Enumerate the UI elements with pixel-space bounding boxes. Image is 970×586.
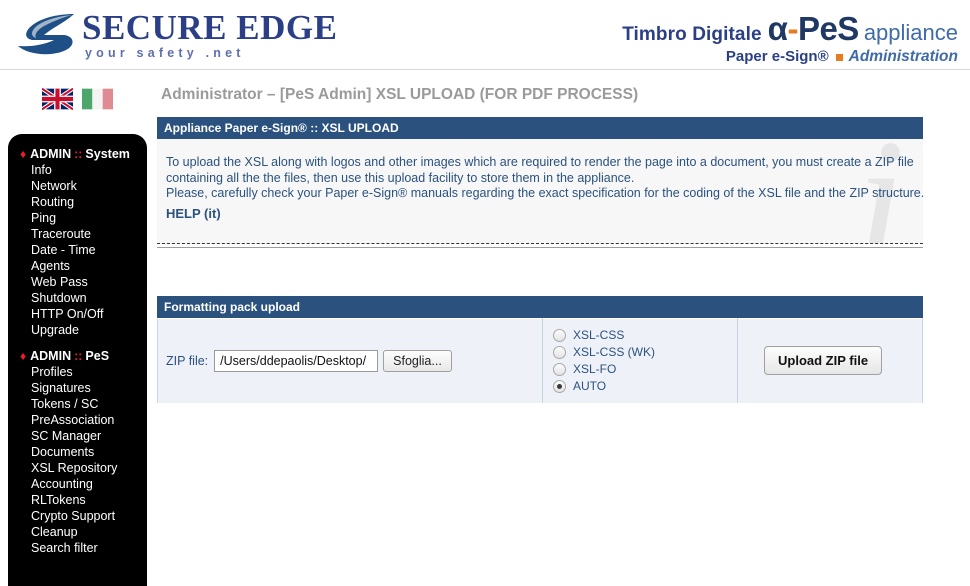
brand-administration-word: Administration [848, 48, 958, 65]
brand-dash-glyph: - [787, 10, 798, 47]
form-panel-header: Formatting pack upload [157, 295, 923, 318]
sidebar-item-agents[interactable]: Agents [8, 258, 147, 274]
page-title: Administrator – [PeS Admin] XSL UPLOAD (… [161, 86, 639, 103]
info-panel-header: Appliance Paper e-Sign® :: XSL UPLOAD [157, 117, 923, 139]
brand-timbro-digitale: Timbro Digitale [622, 24, 762, 45]
sidebar-nav: ♦ ADMIN :: System Info Network Routing P… [8, 134, 147, 586]
table-row: ZIP file: Sfoglia... XSL-CSS XSL-CSS ( [157, 317, 923, 404]
help-link[interactable]: HELP (it) [166, 206, 221, 221]
sidebar-item-http-onoff[interactable]: HTTP On/Off [8, 306, 147, 322]
brand-appliance-word: appliance [863, 20, 958, 45]
sidebar-item-shutdown[interactable]: Shutdown [8, 290, 147, 306]
logo-title: SECURE EDGE [82, 8, 338, 47]
flag-en-icon[interactable] [42, 88, 73, 110]
diamond-bullet-icon: ♦ [20, 349, 27, 363]
sidebar-item-preassociation[interactable]: PreAssociation [8, 412, 147, 428]
sidebar-item-accounting[interactable]: Accounting [8, 476, 147, 492]
info-line-2: containing all the the files, then use t… [166, 170, 635, 185]
radio-label: AUTO [573, 378, 607, 393]
sidebar-group-admin-word: ADMIN [30, 349, 72, 363]
form-section: Formatting pack upload ZIP file: Sfoglia… [157, 295, 923, 404]
info-divider [157, 246, 923, 248]
page-root: SECURE EDGE your safety .net Timbro Digi… [0, 0, 970, 586]
language-switcher [42, 88, 113, 110]
sidebar-item-routing[interactable]: Routing [8, 194, 147, 210]
radio-button-icon[interactable] [553, 362, 566, 376]
sidebar-item-sc-manager[interactable]: SC Manager [8, 428, 147, 444]
sidebar-item-xsl-repository[interactable]: XSL Repository [8, 460, 147, 476]
brand-alpha-glyph: α [767, 10, 788, 47]
secure-edge-logo[interactable]: SECURE EDGE your safety .net [14, 10, 337, 60]
sidebar-item-upgrade[interactable]: Upgrade [8, 322, 147, 338]
sidebar-item-documents[interactable]: Documents [8, 444, 147, 460]
brand-apes-wordmark: α-PeS [767, 10, 860, 47]
radio-button-icon[interactable] [553, 379, 566, 393]
brand-pes-glyph: PeS [797, 10, 859, 47]
radio-option-auto[interactable]: AUTO [553, 378, 737, 395]
site-header: SECURE EDGE your safety .net Timbro Digi… [0, 0, 970, 70]
sidebar-group-admin-word: ADMIN [30, 147, 72, 161]
zip-file-input[interactable] [214, 349, 379, 372]
radio-label: XSL-CSS [573, 327, 625, 342]
sidebar-item-tokens-sc[interactable]: Tokens / SC [8, 396, 147, 412]
flag-it-icon[interactable] [82, 88, 113, 110]
browse-button[interactable]: Sfoglia... [383, 349, 452, 372]
radio-option-xsl-css-wk[interactable]: XSL-CSS (WK) [553, 344, 737, 361]
info-panel-body: i To upload the XSL along with logos and… [157, 139, 923, 244]
submit-cell: Upload ZIP file [737, 317, 923, 404]
sidebar-group-separator: :: [74, 147, 83, 161]
radio-label: XSL-CSS (WK) [573, 344, 656, 359]
sidebar-group-header-system: ♦ ADMIN :: System [8, 146, 147, 162]
file-row: ZIP file: Sfoglia... [166, 349, 542, 372]
main-content: Administrator – [PeS Admin] XSL UPLOAD (… [157, 86, 923, 404]
sidebar-item-web-pass[interactable]: Web Pass [8, 274, 147, 290]
info-line-3: Please, carefully check your Paper e-Sig… [166, 186, 923, 200]
sidebar-item-rltokens[interactable]: RLTokens [8, 492, 147, 508]
sidebar-item-signatures[interactable]: Signatures [8, 380, 147, 396]
brand-paper-esign: Paper e-Sign® [725, 48, 829, 65]
sidebar-group-pes: ♦ ADMIN :: PeS Profiles Signatures Token… [8, 348, 147, 556]
info-section: Appliance Paper e-Sign® :: XSL UPLOAD i … [157, 117, 923, 248]
format-options-cell: XSL-CSS XSL-CSS (WK) XSL-FO AUTO [542, 317, 738, 404]
diamond-bullet-icon: ♦ [20, 147, 27, 161]
radio-option-xsl-fo[interactable]: XSL-FO [553, 361, 737, 378]
info-line-1: To upload the XSL along with logos and o… [166, 155, 914, 169]
secure-edge-swoosh-icon [18, 13, 74, 54]
sidebar-group-system: ♦ ADMIN :: System Info Network Routing P… [8, 146, 147, 338]
sidebar-group-name: System [85, 147, 130, 161]
sidebar-group-header-pes: ♦ ADMIN :: PeS [8, 348, 147, 364]
sidebar-item-date-time[interactable]: Date - Time [8, 242, 147, 258]
sidebar-item-crypto-support[interactable]: Crypto Support [8, 508, 147, 524]
sidebar-group-separator: :: [74, 349, 83, 363]
radio-button-icon[interactable] [553, 345, 566, 359]
sidebar-item-traceroute[interactable]: Traceroute [8, 226, 147, 242]
sidebar-item-ping[interactable]: Ping [8, 210, 147, 226]
sidebar-item-cleanup[interactable]: Cleanup [8, 524, 147, 540]
zip-file-label: ZIP file: [166, 353, 209, 368]
radio-option-xsl-css[interactable]: XSL-CSS [553, 327, 737, 344]
logo-subtitle: your safety .net [85, 46, 245, 60]
upload-form-table: ZIP file: Sfoglia... XSL-CSS XSL-CSS ( [157, 317, 923, 404]
sidebar-item-network[interactable]: Network [8, 178, 147, 194]
apes-brand: Timbro Digitale α-PeS appliance Paper e-… [622, 12, 958, 65]
sidebar-item-search-filter[interactable]: Search filter [8, 540, 147, 556]
radio-label: XSL-FO [573, 361, 617, 376]
sidebar-group-name: PeS [85, 349, 110, 363]
sidebar-item-profiles[interactable]: Profiles [8, 364, 147, 380]
file-cell: ZIP file: Sfoglia... [157, 317, 543, 404]
upload-zip-button[interactable]: Upload ZIP file [764, 346, 883, 375]
radio-button-icon[interactable] [553, 328, 566, 342]
brand-square-icon [835, 54, 843, 61]
sidebar-item-info[interactable]: Info [8, 162, 147, 178]
